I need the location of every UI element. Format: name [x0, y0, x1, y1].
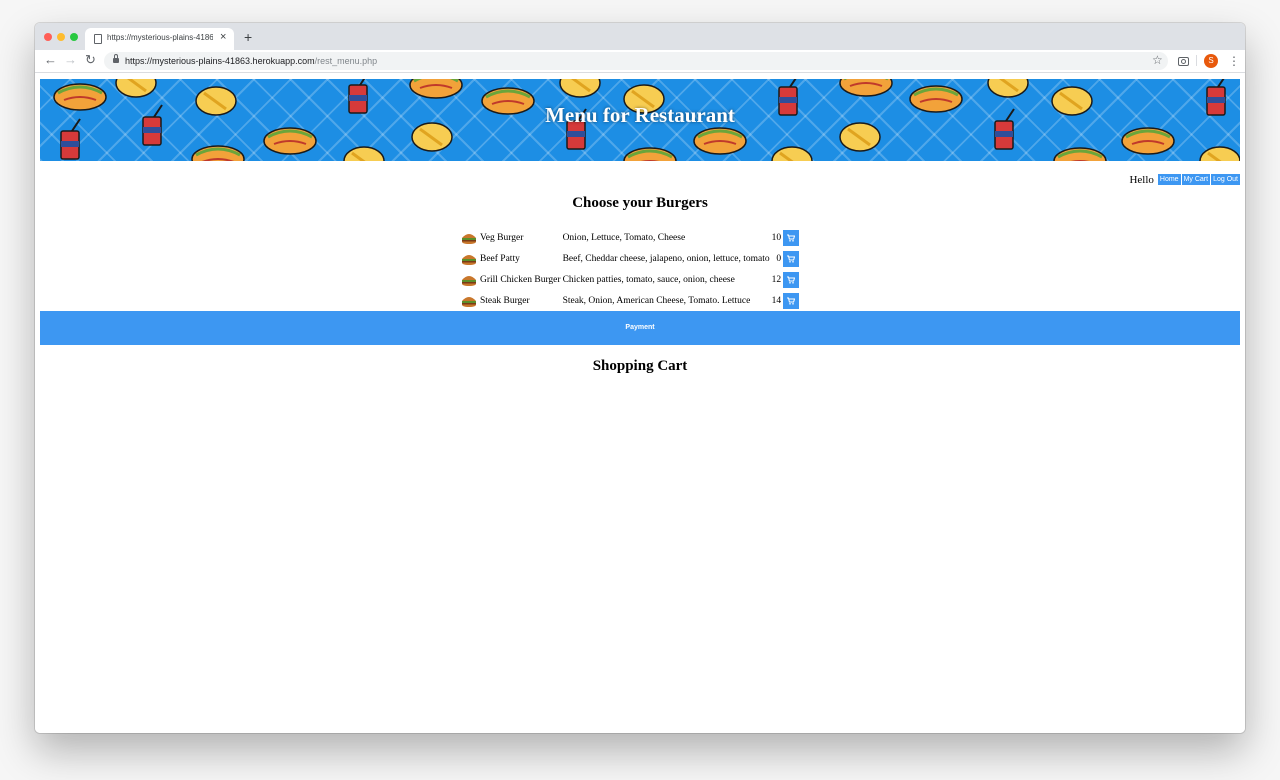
page-content: Menu for Restaurant Hello Home My Cart L…	[35, 73, 1245, 733]
add-cell	[782, 290, 800, 311]
burger-icon	[462, 233, 476, 244]
forward-icon[interactable]: →	[64, 52, 77, 68]
window-close-button[interactable]	[44, 33, 52, 41]
profile-avatar[interactable]: S	[1204, 54, 1218, 68]
add-to-cart-button[interactable]	[783, 271, 800, 288]
my-cart-button[interactable]: My Cart	[1181, 174, 1211, 185]
item-name: Grill Chicken Burger	[480, 274, 561, 285]
item-ingredients: Onion, Lettuce, Tomato, Cheese	[562, 232, 686, 243]
cart-icon	[787, 255, 796, 263]
log-out-button[interactable]: Log Out	[1211, 174, 1240, 185]
item-price: 10	[771, 232, 782, 243]
item-name-cell: Beef Patty	[460, 248, 562, 269]
menu-dots-icon[interactable]: ⋮	[1228, 53, 1240, 69]
add-cell	[782, 269, 800, 290]
cart-icon	[787, 276, 796, 284]
reload-icon[interactable]: ↻	[85, 52, 96, 68]
table-row: Grill Chicken Burger Chicken patties, to…	[460, 269, 800, 290]
tab-strip: https://mysterious-plains-41863.herokuap…	[35, 23, 1245, 50]
burger-icon	[462, 275, 476, 286]
item-name: Veg Burger	[480, 232, 524, 243]
table-row: Veg Burger Onion, Lettuce, Tomato, Chees…	[460, 227, 800, 248]
new-tab-icon[interactable]: +	[244, 30, 252, 44]
table-row: Beef Patty Beef, Cheddar cheese, jalapen…	[460, 248, 800, 269]
item-name-cell: Veg Burger	[460, 227, 562, 248]
url-path: /rest_menu.php	[314, 56, 378, 66]
lock-icon	[113, 54, 119, 63]
item-name: Steak Burger	[480, 295, 530, 306]
cart-icon	[787, 234, 796, 242]
add-cell	[782, 227, 800, 248]
browser-toolbar: ← → ↻ https://mysterious-plains-41863.he…	[35, 50, 1245, 73]
menu-table: Veg Burger Onion, Lettuce, Tomato, Chees…	[460, 227, 800, 311]
add-to-cart-button[interactable]	[783, 229, 800, 246]
cart-title: Shopping Cart	[592, 358, 688, 374]
item-price: 12	[771, 274, 782, 285]
item-name-cell: Steak Burger	[460, 290, 562, 311]
add-cell	[782, 248, 800, 269]
food-banner: Menu for Restaurant	[40, 79, 1240, 161]
tab-close-icon[interactable]: ×	[220, 31, 226, 43]
item-ingredients: Beef, Cheddar cheese, jalapeno, onion, l…	[562, 253, 770, 264]
add-to-cart-button[interactable]	[783, 292, 800, 309]
browser-tab[interactable]: https://mysterious-plains-41863.herokuap…	[85, 28, 234, 50]
browser-window: https://mysterious-plains-41863.herokuap…	[35, 23, 1245, 733]
item-price: 0	[776, 253, 782, 264]
address-bar[interactable]: https://mysterious-plains-41863.herokuap…	[104, 52, 1168, 70]
burger-icon	[462, 296, 476, 307]
url-text: https://mysterious-plains-41863.herokuap…	[125, 55, 377, 67]
user-greeting-bar: Hello Home My Cart Log Out	[1129, 173, 1240, 186]
add-to-cart-button[interactable]	[783, 250, 800, 267]
window-maximize-button[interactable]	[70, 33, 78, 41]
item-ingredients: Chicken patties, tomato, sauce, onion, c…	[562, 274, 735, 285]
item-name: Beef Patty	[480, 253, 520, 264]
table-row: Steak Burger Steak, Onion, American Chee…	[460, 290, 800, 311]
item-name-cell: Grill Chicken Burger	[460, 269, 562, 290]
camera-icon[interactable]	[1178, 57, 1189, 66]
menu-title: Choose your Burgers	[572, 195, 708, 211]
back-icon[interactable]: ←	[44, 52, 57, 68]
home-button[interactable]: Home	[1157, 174, 1181, 185]
cart-icon	[787, 297, 796, 305]
item-price: 14	[771, 295, 782, 306]
window-minimize-button[interactable]	[57, 33, 65, 41]
greeting-text: Hello	[1129, 173, 1154, 186]
tab-title: https://mysterious-plains-41863.herokuap…	[107, 33, 213, 42]
bookmark-star-icon[interactable]: ☆	[1152, 52, 1163, 68]
url-host: https://mysterious-plains-41863.herokuap…	[125, 56, 315, 66]
payment-button[interactable]: Payment	[40, 311, 1240, 345]
page-icon	[94, 34, 102, 44]
burger-icon	[462, 254, 476, 265]
toolbar-divider	[1196, 55, 1197, 66]
item-ingredients: Steak, Onion, American Cheese, Tomato. L…	[562, 295, 751, 306]
banner-title: Menu for Restaurant	[545, 103, 735, 127]
